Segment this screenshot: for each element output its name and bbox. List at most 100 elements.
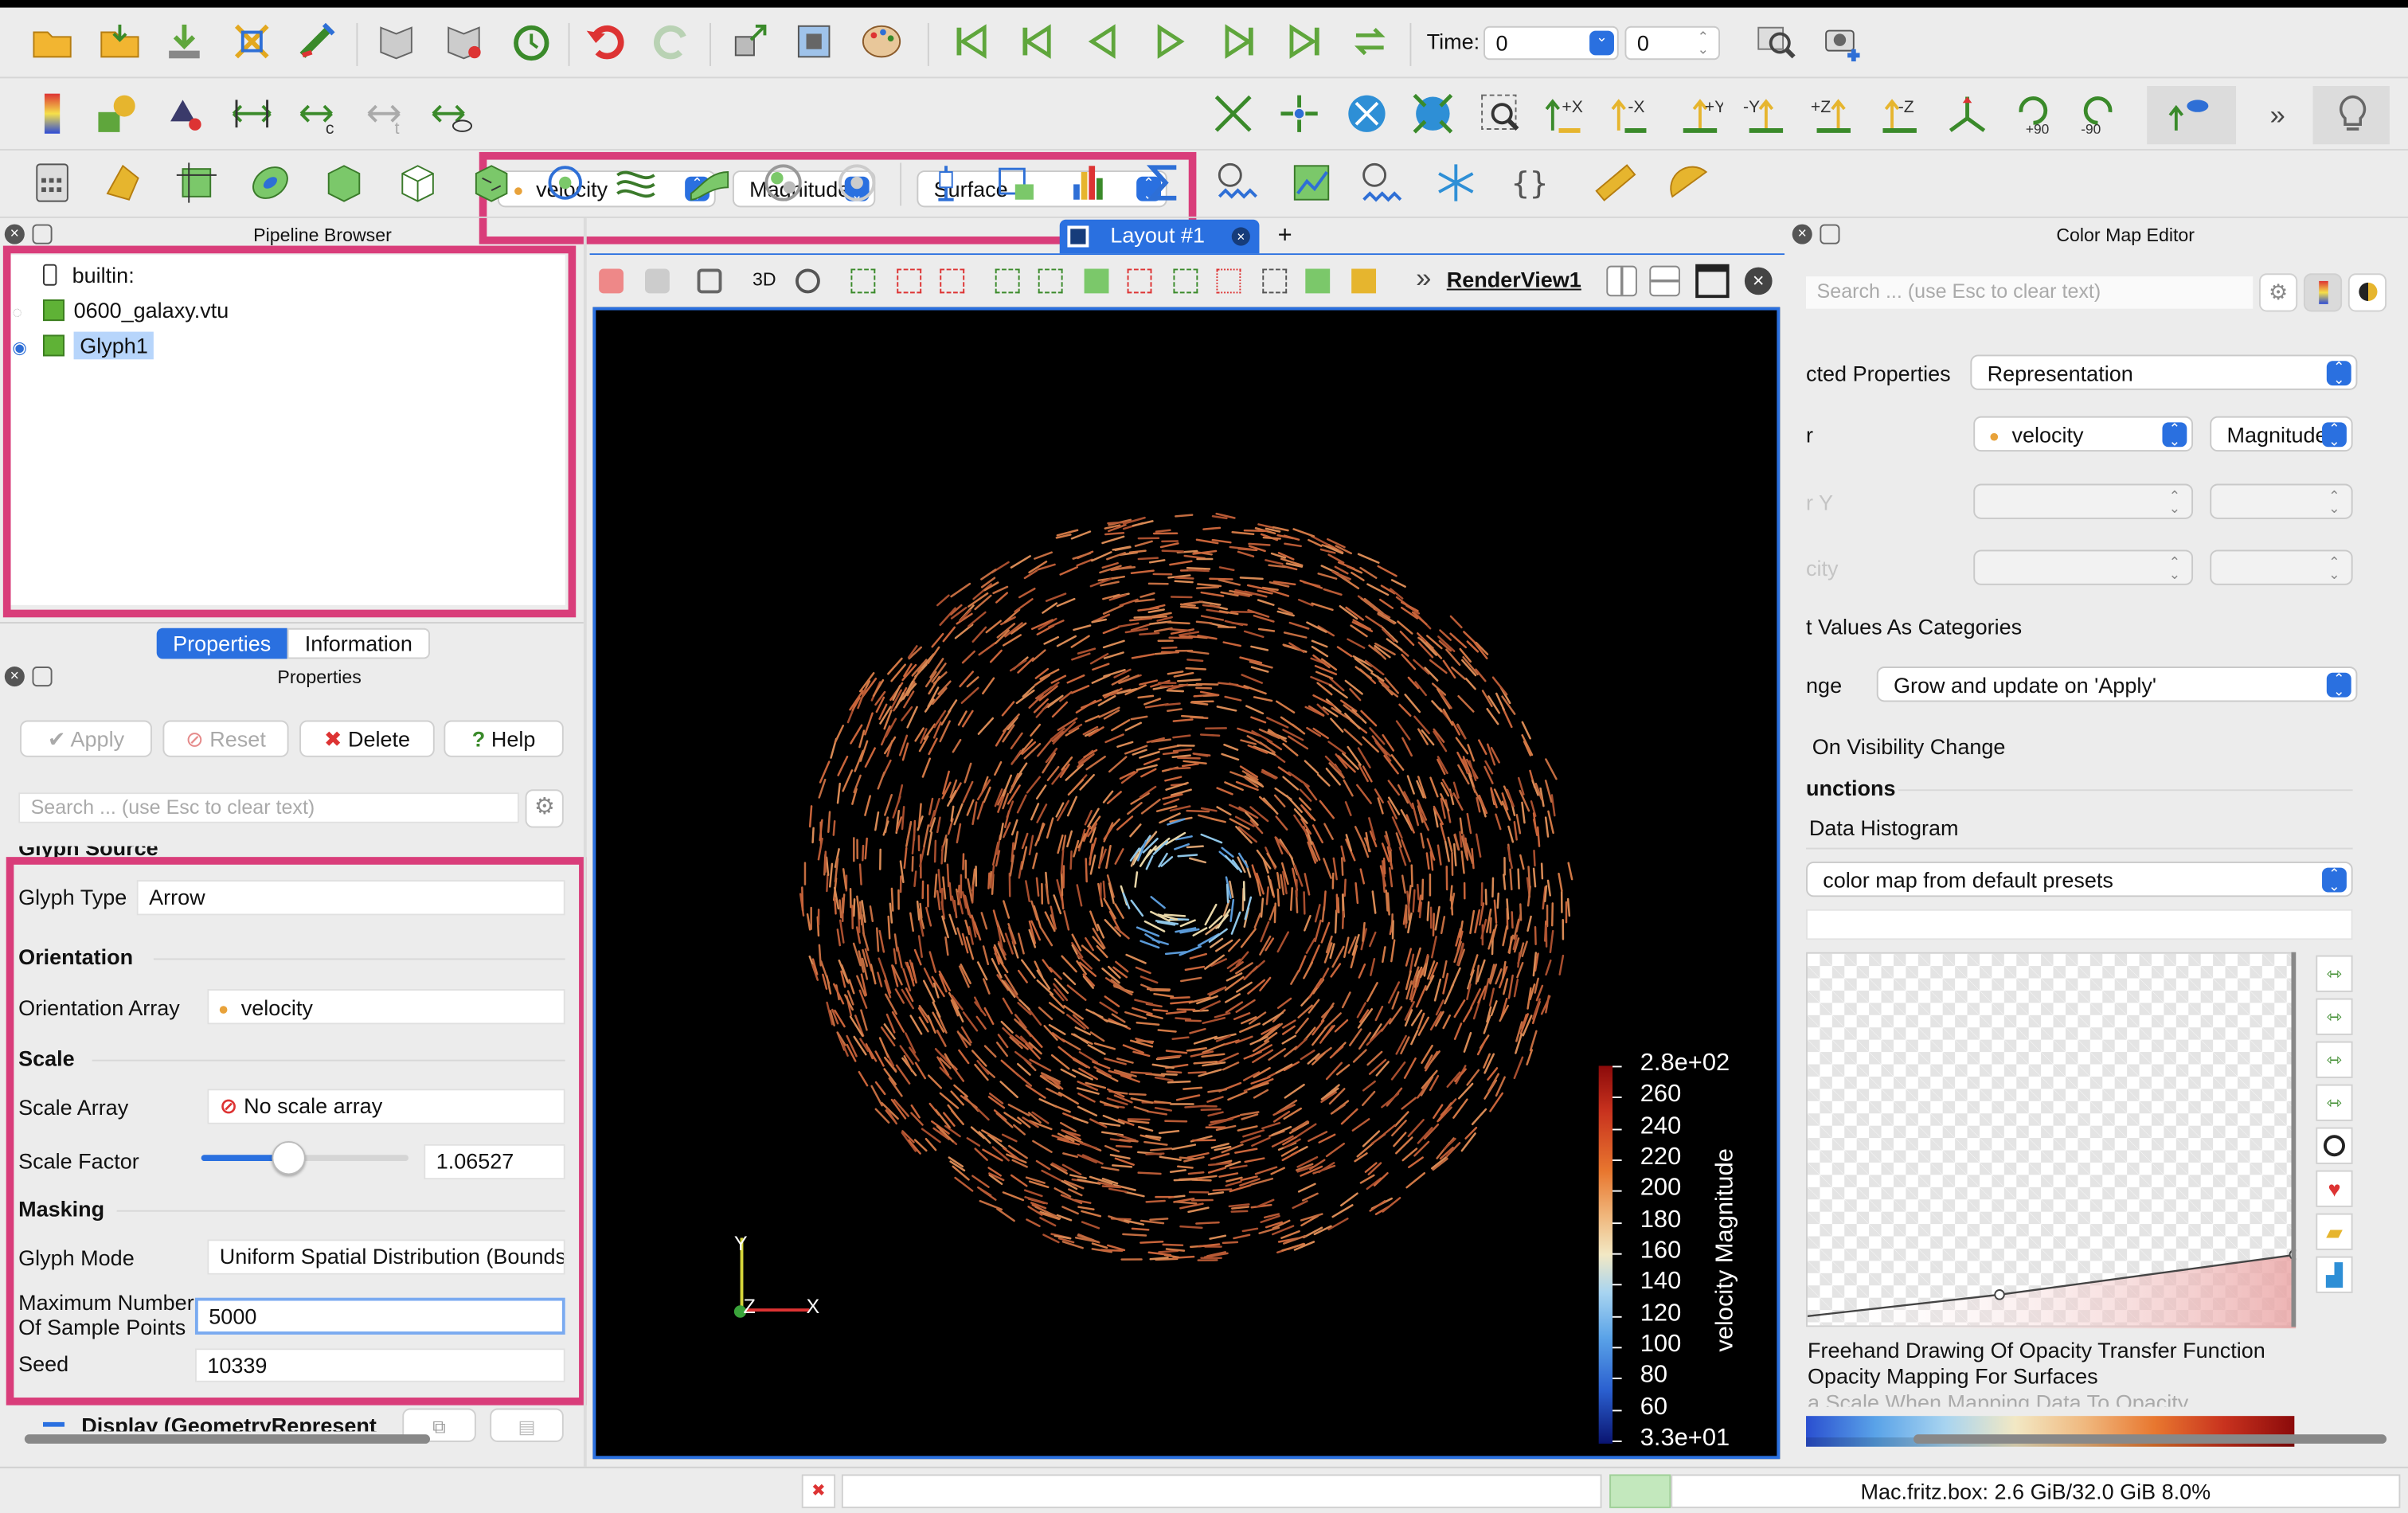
- last-frame-icon[interactable]: [1280, 17, 1330, 66]
- add-layout-button[interactable]: +: [1278, 223, 1292, 251]
- orientation-array-select[interactable]: velocity: [207, 989, 565, 1025]
- log-scale-opacity-checkbox[interactable]: a Scale When Mapping Data To Opacity: [1808, 1390, 2188, 1406]
- play-icon[interactable]: [1146, 17, 1195, 66]
- cm-color-array-dropdown-icon[interactable]: ⌃ ⌄: [2162, 421, 2187, 448]
- rv-zoom-icon[interactable]: [796, 268, 820, 294]
- save-data-icon[interactable]: [160, 17, 209, 66]
- glyph-type-select[interactable]: Arrow: [136, 880, 565, 916]
- reset-button[interactable]: ⊘ Reset: [162, 720, 289, 757]
- opacity-surfaces-checkbox[interactable]: Opacity Mapping For Surfaces: [1808, 1364, 2098, 1389]
- view-plus-z-icon[interactable]: +Z: [1809, 89, 1859, 139]
- scale-factor-slider-track[interactable]: [201, 1140, 409, 1175]
- float-colormap-icon[interactable]: [1820, 224, 1840, 244]
- save-state-icon[interactable]: [440, 17, 489, 66]
- time-value-field[interactable]: 0 ⌄: [1484, 25, 1619, 61]
- rescale-custom-icon[interactable]: c: [295, 89, 344, 139]
- view-camera-icon[interactable]: [789, 17, 838, 66]
- rotate-minus-90-icon[interactable]: -90: [2074, 86, 2123, 135]
- maximize-view-icon[interactable]: [1695, 264, 1730, 299]
- advanced-settings-gear-icon[interactable]: ⚙: [525, 789, 564, 828]
- colormap-edit-icon[interactable]: ▟: [2316, 1256, 2353, 1293]
- play-backward-icon[interactable]: [1078, 17, 1128, 66]
- select-points-icon[interactable]: [897, 268, 922, 294]
- scale-factor-input[interactable]: 1.06527: [424, 1144, 565, 1180]
- reset-camera-icon[interactable]: [725, 17, 774, 66]
- toggle-3d-button[interactable]: 3D: [752, 269, 776, 291]
- freehand-opacity-checkbox[interactable]: Freehand Drawing Of Opacity Transfer Fun…: [1808, 1338, 2265, 1362]
- scale-factor-slider-handle[interactable]: [271, 1140, 306, 1175]
- split-vertical-icon[interactable]: [1649, 265, 1680, 297]
- render-view-canvas[interactable]: Y X Z 2.8e+02 260 240 220 200 180 160 140 120 100…: [592, 307, 1781, 1460]
- properties-scrollbar[interactable]: [24, 1434, 431, 1444]
- contour-icon[interactable]: [98, 158, 147, 208]
- interpret-categories-checkbox[interactable]: t Values As Categories: [1806, 614, 2022, 639]
- temporal-stats-icon[interactable]: [1358, 158, 1407, 208]
- calculator-icon[interactable]: [28, 158, 77, 208]
- rescale-range-icon[interactable]: [227, 89, 276, 139]
- grow-selection-icon[interactable]: [1216, 268, 1241, 294]
- colormap-gear-icon[interactable]: ⚙: [2258, 273, 2298, 312]
- close-view-icon[interactable]: ×: [1744, 267, 1773, 295]
- extract-subset-icon[interactable]: [393, 158, 443, 208]
- hover-cells-icon[interactable]: [1173, 268, 1198, 294]
- clip-icon[interactable]: [172, 158, 221, 208]
- selected-properties-dropdown-icon[interactable]: ⌃ ⌄: [2326, 360, 2351, 386]
- isometric-view-icon[interactable]: [1943, 89, 1992, 139]
- open-folder-icon[interactable]: [28, 17, 77, 66]
- rescale-custom-range-icon[interactable]: ⇿: [2316, 998, 2353, 1035]
- view-minus-x-icon[interactable]: -X: [1608, 89, 1657, 139]
- automatic-range-select[interactable]: Grow and update on 'Apply' ⌃ ⌄: [1876, 667, 2358, 702]
- output-messages-icon[interactable]: ✖: [801, 1474, 836, 1508]
- cm-color-component-dropdown-icon[interactable]: ⌃ ⌄: [2322, 421, 2347, 448]
- close-colormap-icon[interactable]: ×: [1792, 224, 1812, 244]
- preset-select[interactable]: color map from default presets ⌃ ⌄: [1806, 861, 2353, 897]
- threshold-icon[interactable]: [319, 158, 369, 208]
- automatic-range-dropdown-icon[interactable]: ⌃ ⌄: [2326, 672, 2351, 698]
- pipeline-item-glyph1[interactable]: ◉ Glyph1: [12, 331, 154, 360]
- colormap-name-field[interactable]: [1806, 909, 2353, 940]
- time-step-spin-icon[interactable]: ⌃ ⌄: [1691, 30, 1715, 57]
- save-preset-icon[interactable]: ▰: [2316, 1213, 2353, 1250]
- view-plus-x-icon[interactable]: +X: [1542, 89, 1591, 139]
- cm-color-array-select[interactable]: velocity ⌃ ⌄: [1973, 416, 2194, 452]
- close-properties-icon[interactable]: ×: [4, 667, 25, 687]
- colormap-search-input[interactable]: Search ... (use Esc to clear text): [1806, 276, 2254, 309]
- next-frame-icon[interactable]: [1214, 17, 1263, 66]
- color-legend-icon[interactable]: [28, 89, 77, 139]
- snowflake-icon[interactable]: [1431, 158, 1480, 208]
- pipeline-item-source[interactable]: ◌ 0600_galaxy.vtu: [12, 298, 229, 323]
- zoom-closest-icon[interactable]: [1343, 89, 1392, 139]
- opacity-editor-scrollbar[interactable]: [2291, 952, 2297, 1327]
- python-braces-icon[interactable]: {}: [1505, 158, 1554, 208]
- select-frustum-icon[interactable]: [940, 268, 965, 294]
- plot-over-time-icon[interactable]: [1214, 158, 1263, 208]
- reset-center-icon[interactable]: [1409, 89, 1458, 139]
- rv-capture-icon[interactable]: [697, 268, 722, 294]
- clear-selection-icon[interactable]: [1351, 268, 1377, 294]
- glyph-filter-icon[interactable]: [467, 158, 516, 208]
- choose-preset-icon[interactable]: ♥: [2316, 1170, 2353, 1207]
- group-datasets-icon[interactable]: [685, 158, 734, 208]
- max-sample-points-input[interactable]: 5000: [194, 1297, 565, 1335]
- glyph-mode-select[interactable]: Uniform Spatial Distribution (Bounds: [207, 1239, 565, 1275]
- first-frame-icon[interactable]: [946, 17, 995, 66]
- extract-selection-icon[interactable]: [1305, 268, 1331, 294]
- undo-icon[interactable]: [580, 17, 630, 66]
- view-plus-y-icon[interactable]: +Y: [1675, 89, 1725, 139]
- selected-properties-select[interactable]: Representation ⌃ ⌄: [1970, 354, 2358, 390]
- rv-reset-camera-icon[interactable]: [599, 268, 624, 294]
- hover-points-icon[interactable]: [1127, 268, 1152, 294]
- find-data-icon[interactable]: [1751, 17, 1800, 66]
- colormap-legend-icon[interactable]: [2303, 273, 2343, 312]
- rescale-temporal-range-icon[interactable]: ⇿: [2316, 1041, 2353, 1078]
- apply-button[interactable]: ✔ Apply: [20, 720, 152, 757]
- time-step-field[interactable]: 0 ⌃ ⌄: [1624, 25, 1721, 61]
- loop-icon[interactable]: [1345, 17, 1394, 66]
- float-properties-icon[interactable]: [32, 667, 53, 687]
- tab-properties[interactable]: Properties: [156, 627, 287, 659]
- invert-transfer-icon[interactable]: [2316, 1127, 2353, 1164]
- close-pipeline-icon[interactable]: ×: [4, 224, 25, 244]
- pipeline-item-builtin[interactable]: builtin:: [43, 263, 135, 287]
- render-view-name[interactable]: RenderView1: [1447, 268, 1581, 292]
- extract-level-icon[interactable]: [759, 158, 808, 208]
